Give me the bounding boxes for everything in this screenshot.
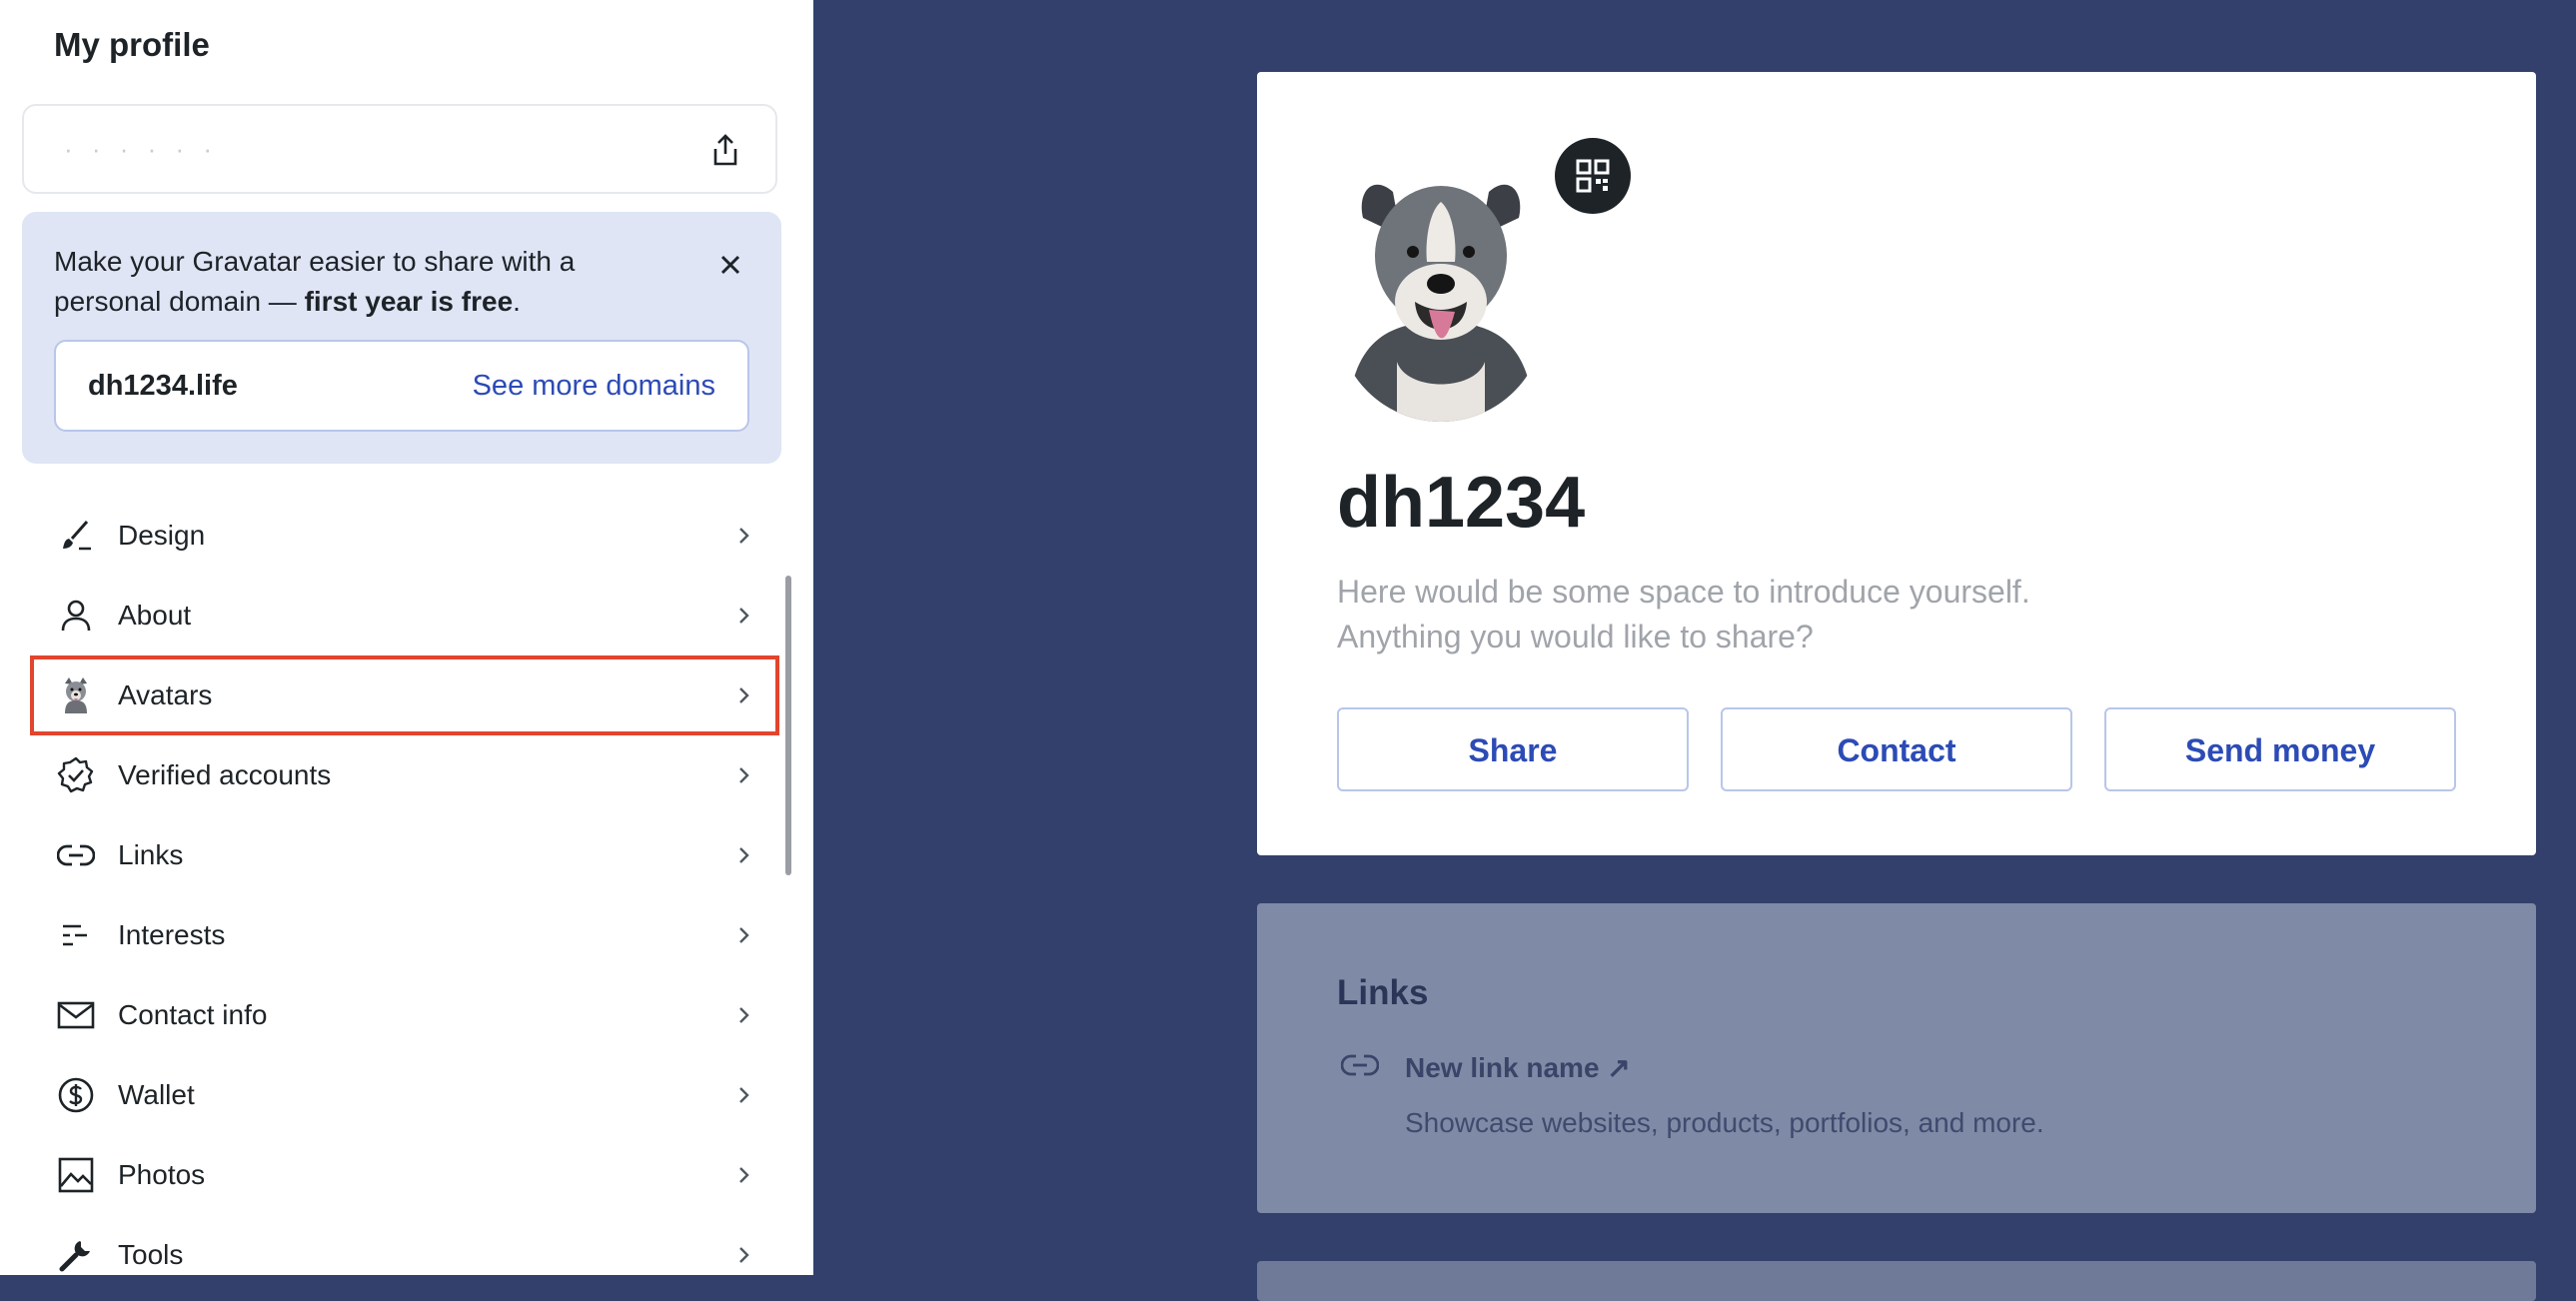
profile-name: dh1234	[1337, 463, 1586, 543]
profile-sidebar: My profile · · · · · · Make your Gravata…	[0, 0, 813, 1275]
sidebar-item-verified-accounts[interactable]: Verified accounts	[0, 735, 799, 815]
domain-promo: Make your Gravatar easier to share with …	[22, 212, 781, 464]
sidebar-item-design[interactable]: Design	[0, 496, 799, 576]
sidebar-item-wallet[interactable]: Wallet	[0, 1055, 799, 1135]
avatar-thumbnail	[56, 675, 96, 715]
profile-card: dh1234 Here would be some space to intro…	[1257, 72, 2536, 855]
contact-button[interactable]: Contact	[1721, 707, 2072, 791]
sidebar-item-label: Photos	[118, 1159, 206, 1190]
promo-text-end: .	[513, 286, 521, 317]
close-icon[interactable]	[713, 248, 747, 282]
chevron-right-icon	[733, 684, 755, 706]
domain-suggestion[interactable]: dh1234.life See more domains	[54, 340, 749, 432]
promo-text: Make your Gravatar easier to share with …	[54, 242, 653, 322]
chevron-right-icon	[733, 1244, 755, 1266]
sidebar-item-label: Contact info	[118, 999, 268, 1030]
chevron-right-icon	[733, 1084, 755, 1106]
sidebar-item-photos[interactable]: Photos	[0, 1135, 799, 1215]
link-icon	[56, 835, 96, 875]
sidebar-menu: Design About Avatars Verified accounts L…	[0, 496, 799, 1275]
dollar-icon	[56, 1075, 96, 1115]
chevron-right-icon	[733, 924, 755, 946]
profile-bio: Here would be some space to introduce yo…	[1337, 570, 2096, 659]
sidebar-item-label: Avatars	[118, 679, 213, 710]
share-button[interactable]: Share	[1337, 707, 1689, 791]
profile-preview: dh1234 Here would be some space to intro…	[813, 0, 2576, 1301]
sidebar-item-label: Links	[118, 839, 184, 870]
profile-url-box[interactable]: · · · · · ·	[22, 104, 777, 194]
chevron-right-icon	[733, 844, 755, 866]
links-section: Links New link name ↗ Showcase websites,…	[1257, 903, 2536, 1213]
link-icon	[1340, 1051, 1380, 1079]
chevron-right-icon	[733, 1164, 755, 1186]
promo-text-bold: first year is free	[304, 286, 514, 317]
link-description: Showcase websites, products, portfolios,…	[1405, 1107, 2044, 1138]
image-icon	[56, 1155, 96, 1195]
avatar-image	[1337, 152, 1545, 422]
share-icon[interactable]	[705, 130, 745, 170]
sidebar-item-about[interactable]: About	[0, 576, 799, 655]
sidebar-item-label: About	[118, 600, 192, 631]
link-name[interactable]: New link name ↗	[1405, 1051, 1631, 1084]
sidebar-item-tools[interactable]: Tools	[0, 1215, 799, 1275]
sidebar-item-label: Verified accounts	[118, 759, 332, 790]
chevron-right-icon	[733, 1004, 755, 1026]
verified-badge-icon	[56, 755, 96, 795]
chevron-right-icon	[733, 764, 755, 786]
sidebar-item-links[interactable]: Links	[0, 815, 799, 895]
interests-icon	[56, 915, 96, 955]
sidebar-item-contact-info[interactable]: Contact info	[0, 975, 799, 1055]
sidebar-title: My profile	[54, 26, 210, 63]
profile-bio-line: Anything you would like to share?	[1337, 619, 1814, 654]
person-icon	[56, 596, 96, 636]
chevron-right-icon	[733, 525, 755, 547]
sidebar-item-avatars[interactable]: Avatars	[30, 655, 779, 735]
wrench-icon	[56, 1235, 96, 1275]
profile-bio-line: Here would be some space to introduce yo…	[1337, 574, 2030, 610]
links-title: Links	[1337, 973, 1429, 1012]
sidebar-scrollbar[interactable]	[785, 576, 791, 875]
mail-icon	[56, 995, 96, 1035]
see-more-domains-link[interactable]: See more domains	[473, 370, 715, 403]
sidebar-item-label: Tools	[118, 1239, 184, 1270]
sidebar-item-interests[interactable]: Interests	[0, 895, 799, 975]
sidebar-item-label: Wallet	[118, 1079, 195, 1110]
profile-url-text: · · · · · ·	[64, 134, 219, 164]
chevron-right-icon	[733, 605, 755, 627]
brush-icon	[56, 516, 96, 556]
domain-name: dh1234.life	[88, 370, 238, 402]
sidebar-item-label: Interests	[118, 919, 226, 950]
qr-code-icon	[1576, 159, 1610, 193]
next-section	[1257, 1261, 2536, 1301]
sidebar-item-label: Design	[118, 520, 206, 551]
send-money-button[interactable]: Send money	[2104, 707, 2456, 791]
qr-code-button[interactable]	[1555, 138, 1631, 214]
